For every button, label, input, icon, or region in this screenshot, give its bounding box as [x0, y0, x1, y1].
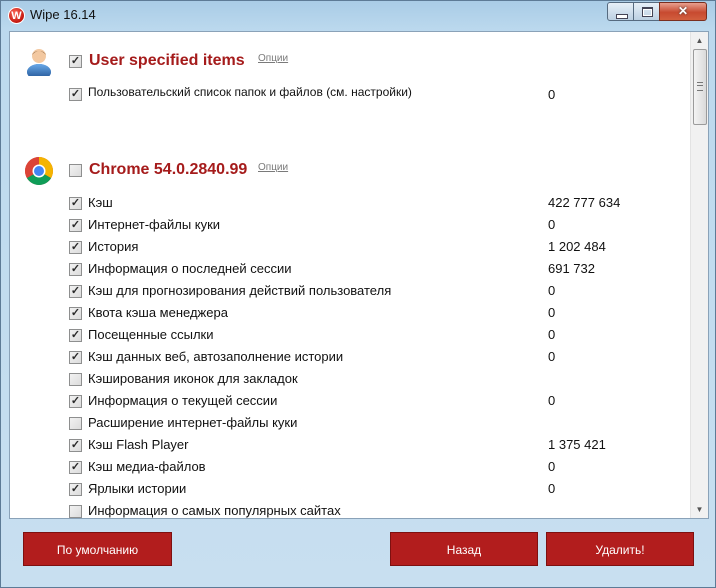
item-value: 0 [548, 217, 556, 232]
item-checkbox[interactable]: ✓ [69, 88, 82, 101]
title-bar: W Wipe 16.14 ✕ [1, 1, 716, 29]
item-value: 1 202 484 [548, 239, 606, 254]
maximize-icon [642, 7, 653, 17]
item-value: 1 375 421 [548, 437, 606, 452]
item-label: Посещенные ссылки [88, 327, 214, 342]
minimize-icon [616, 14, 628, 19]
item-checkbox[interactable]: ✓ [69, 285, 82, 298]
options-link-user-specified[interactable]: Опции [258, 53, 288, 64]
close-icon: ✕ [677, 4, 689, 18]
item-label: Квота кэша менеджера [88, 305, 228, 320]
item-label: Кэш Flash Player [88, 437, 189, 452]
item-value: 422 777 634 [548, 195, 621, 210]
item-checkbox[interactable]: ✓ [69, 439, 82, 452]
item-value: 0 [548, 459, 556, 474]
item-checkbox[interactable]: ✓ [69, 483, 82, 496]
item-value: 0 [548, 349, 556, 364]
item-value: 0 [548, 305, 556, 320]
item-label: Кэш для прогнозирования действий пользов… [88, 283, 392, 298]
item-label: Информация о текущей сессии [88, 393, 278, 408]
scroll-up-arrow-icon[interactable]: ▲ [691, 32, 708, 49]
item-checkbox[interactable] [69, 505, 82, 518]
item-label: Информация о последней сессии [88, 261, 292, 276]
item-checkbox[interactable]: ✓ [69, 197, 82, 210]
maximize-button[interactable] [633, 2, 660, 21]
item-label: Кэш медиа-файлов [88, 459, 206, 474]
group-title-chrome: Chrome 54.0.2840.99 [89, 161, 248, 178]
item-label: Кэширования иконок для закладок [88, 371, 298, 386]
back-button[interactable]: Назад [390, 532, 538, 566]
items-list-panel: ✓ User specified items Опции ✓ Пользоват… [9, 31, 709, 519]
item-checkbox[interactable]: ✓ [69, 307, 82, 320]
item-checkbox[interactable] [69, 417, 82, 430]
item-value: 691 732 [548, 261, 595, 276]
item-label: Ярлыки истории [88, 481, 187, 496]
user-icon [27, 49, 51, 76]
item-label: Информация о самых популярных сайтах [88, 503, 341, 518]
group-checkbox-chrome[interactable] [69, 164, 82, 177]
item-label: Расширение интернет-файлы куки [88, 415, 298, 430]
item-value: 0 [548, 393, 556, 408]
item-label: Кэш [88, 195, 113, 210]
app-window: W Wipe 16.14 ✕ ✓ User specified items Оп… [0, 0, 716, 588]
item-checkbox[interactable]: ✓ [69, 395, 82, 408]
wipe-app-icon: W [8, 7, 25, 24]
vertical-scrollbar[interactable]: ▲ ▼ [690, 32, 708, 518]
group-title-user-specified: User specified items [89, 52, 245, 69]
item-value: 0 [548, 283, 556, 298]
item-checkbox[interactable]: ✓ [69, 241, 82, 254]
item-checkbox[interactable]: ✓ [69, 329, 82, 342]
item-label: История [88, 239, 139, 254]
window-title: Wipe 16.14 [30, 7, 96, 22]
item-value: 0 [548, 327, 556, 342]
delete-button[interactable]: Удалить! [546, 532, 694, 566]
item-value: 0 [548, 87, 556, 102]
grip-icon [697, 82, 703, 91]
item-checkbox[interactable] [69, 373, 82, 386]
item-checkbox[interactable]: ✓ [69, 351, 82, 364]
item-checkbox[interactable]: ✓ [69, 461, 82, 474]
chrome-icon [25, 157, 53, 185]
close-button[interactable]: ✕ [659, 2, 707, 21]
minimize-button[interactable] [607, 2, 634, 21]
scrollbar-thumb[interactable] [693, 49, 707, 125]
item-label: Кэш данных веб, автозаполнение истории [88, 349, 344, 364]
item-checkbox[interactable]: ✓ [69, 263, 82, 276]
item-value: 0 [548, 481, 556, 496]
group-checkbox-user-specified[interactable]: ✓ [69, 55, 82, 68]
scroll-down-arrow-icon[interactable]: ▼ [691, 501, 708, 518]
default-button[interactable]: По умолчанию [23, 532, 172, 566]
item-label: Пользовательский список папок и файлов (… [88, 85, 412, 99]
options-link-chrome[interactable]: Опции [258, 162, 288, 173]
item-checkbox[interactable]: ✓ [69, 219, 82, 232]
item-label: Интернет-файлы куки [88, 217, 221, 232]
